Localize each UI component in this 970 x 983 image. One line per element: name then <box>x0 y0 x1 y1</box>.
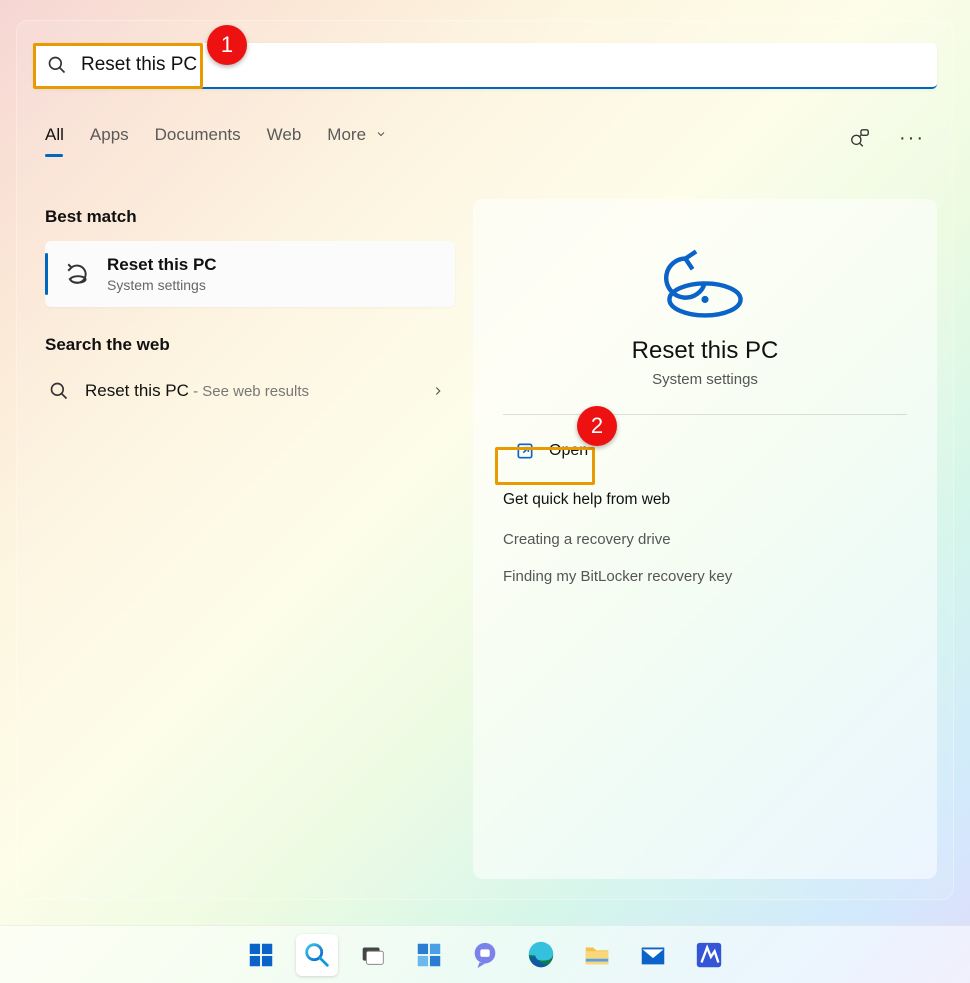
taskbar-mail[interactable] <box>632 934 674 976</box>
search-icon <box>302 940 332 970</box>
edge-icon <box>526 940 556 970</box>
taskbar-edge[interactable] <box>520 934 562 976</box>
result-title: Reset this PC <box>107 255 217 275</box>
tab-apps[interactable]: Apps <box>90 125 129 151</box>
annotation-callout-2: 2 <box>577 406 617 446</box>
taskbar <box>0 925 970 983</box>
windows-icon <box>246 940 276 970</box>
search-options-icon[interactable] <box>849 127 871 149</box>
search-bar[interactable] <box>33 43 937 89</box>
mail-icon <box>638 940 668 970</box>
tab-documents[interactable]: Documents <box>155 125 241 151</box>
annotation-callout-1: 1 <box>207 25 247 65</box>
taskbar-app[interactable] <box>688 934 730 976</box>
best-match-result[interactable]: Reset this PC System settings <box>45 241 455 307</box>
open-label: Open <box>549 442 588 460</box>
reset-pc-icon <box>660 239 750 319</box>
widgets-icon <box>414 940 444 970</box>
filter-tabs: All Apps Documents Web More ··· <box>45 125 925 151</box>
best-match-heading: Best match <box>45 207 455 227</box>
search-input[interactable] <box>81 54 923 76</box>
tab-web[interactable]: Web <box>267 125 302 151</box>
preview-title: Reset this PC <box>632 337 779 365</box>
reset-icon <box>65 261 91 287</box>
folder-icon <box>582 940 612 970</box>
web-result-row[interactable]: Reset this PC - See web results <box>45 369 455 413</box>
tab-more[interactable]: More <box>327 125 386 151</box>
taskbar-chat[interactable] <box>464 934 506 976</box>
chevron-down-icon <box>375 128 387 140</box>
taskbar-taskview[interactable] <box>352 934 394 976</box>
app-icon <box>694 940 724 970</box>
results-column: Best match Reset this PC System settings… <box>45 199 455 413</box>
help-link-recovery-drive[interactable]: Creating a recovery drive <box>503 531 671 548</box>
preview-subtitle: System settings <box>652 371 758 388</box>
search-icon <box>49 381 69 401</box>
open-icon <box>515 441 535 461</box>
web-result-text: Reset this PC <box>85 381 189 400</box>
divider <box>503 414 907 415</box>
chat-icon <box>470 940 500 970</box>
search-web-heading: Search the web <box>45 335 455 355</box>
taskbar-widgets[interactable] <box>408 934 450 976</box>
help-heading: Get quick help from web <box>503 491 670 509</box>
preview-card: Reset this PC System settings Open Get q… <box>473 199 937 879</box>
taskbar-explorer[interactable] <box>576 934 618 976</box>
taskbar-search[interactable] <box>296 934 338 976</box>
more-options-button[interactable]: ··· <box>899 127 925 150</box>
web-result-suffix: - See web results <box>189 383 309 400</box>
help-link-bitlocker[interactable]: Finding my BitLocker recovery key <box>503 568 732 585</box>
start-search-panel: 1 All Apps Documents Web More ··· Best m… <box>16 20 954 900</box>
result-subtitle: System settings <box>107 277 217 293</box>
search-icon <box>47 55 67 75</box>
tab-all[interactable]: All <box>45 125 64 151</box>
taskview-icon <box>358 940 388 970</box>
chevron-right-icon <box>431 384 445 398</box>
taskbar-start[interactable] <box>240 934 282 976</box>
